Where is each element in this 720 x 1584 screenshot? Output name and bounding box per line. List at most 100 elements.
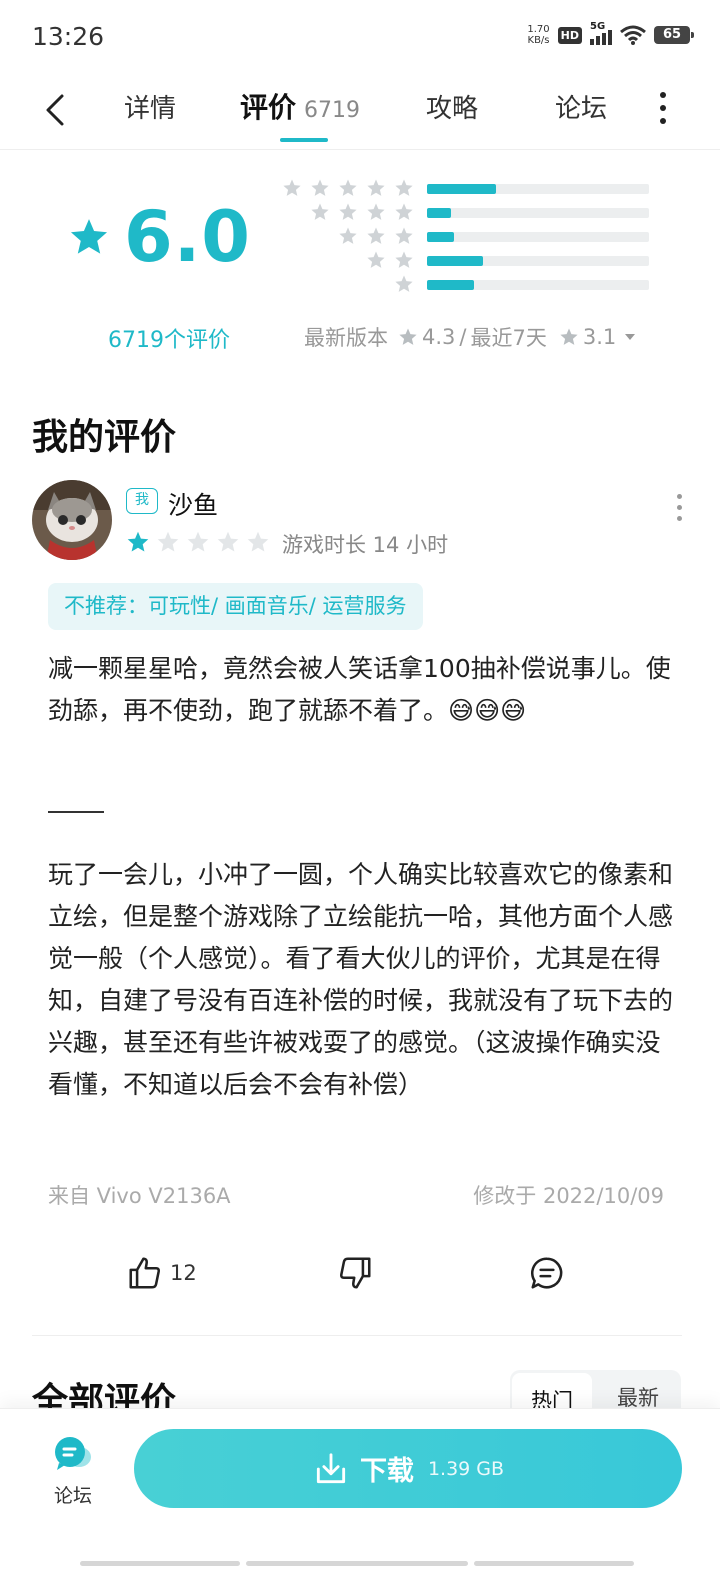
tab-reviews-count: 6719 xyxy=(304,98,361,123)
latest-version-label: 最新版本 xyxy=(304,326,388,350)
recent-label: 最近7天 xyxy=(470,326,547,350)
status-bar: 13:26 1.70 KB/s HD 5G 65 xyxy=(0,0,720,76)
rating-bar-stars xyxy=(338,226,414,246)
rating-bar-5-stars xyxy=(0,178,720,198)
tab-reviews[interactable]: 评价 6719 xyxy=(240,86,360,126)
star-icon xyxy=(127,531,149,552)
gesture-bar xyxy=(246,1561,468,1566)
hd-icon: HD xyxy=(557,26,582,44)
download-size: 1.39 GB xyxy=(427,1457,505,1480)
tab-reviews-label: 评价 xyxy=(240,91,297,124)
comment-button[interactable] xyxy=(528,1254,566,1292)
rating-bar-fill xyxy=(427,280,474,290)
device-info: 来自 Vivo V2136A xyxy=(48,1184,231,1208)
recent-score: 3.1 xyxy=(582,325,617,349)
not-recommended-tags: 不推荐：可玩性/ 画面音乐/ 运营服务 xyxy=(48,583,423,630)
gesture-bar xyxy=(474,1561,634,1566)
star-icon xyxy=(395,203,413,220)
rating-bar-4-stars xyxy=(0,202,720,222)
net-speed: 1.70 KB/s xyxy=(527,24,550,46)
more-options-icon[interactable] xyxy=(660,92,668,131)
back-arrow-icon[interactable] xyxy=(40,90,72,130)
tab-guides[interactable]: 攻略 xyxy=(426,88,478,125)
like-count: 12 xyxy=(170,1261,197,1285)
star-icon xyxy=(399,328,417,345)
thumbs-down-icon xyxy=(340,1257,371,1289)
like-button[interactable]: 12 xyxy=(126,1254,197,1292)
my-review-title: 我的评价 xyxy=(32,417,177,458)
star-icon xyxy=(187,531,209,552)
rating-bar-track xyxy=(427,232,649,242)
tab-forum[interactable]: 论坛 xyxy=(555,88,607,125)
bottom-bar: 论坛 下载 1.39 GB xyxy=(0,1408,720,1584)
download-icon xyxy=(316,1452,346,1483)
review-text-paragraph-2: 玩了一会儿，小冲了一圆，个人确实比较喜欢它的像素和立绘，但是整个游戏除了立绘能抗… xyxy=(48,860,674,1099)
gesture-bar xyxy=(80,1561,240,1566)
comment-icon xyxy=(531,1257,563,1289)
top-nav: 详情 评价 6719 攻略 论坛 xyxy=(0,76,720,150)
forum-icon xyxy=(53,1435,93,1473)
caret-down-icon xyxy=(625,334,636,340)
star-icon xyxy=(217,531,239,552)
download-label: 下载 xyxy=(359,1456,414,1487)
star-icon xyxy=(395,251,413,268)
star-icon xyxy=(247,531,269,552)
star-icon xyxy=(367,251,385,268)
status-icons: 1.70 KB/s HD 5G 65 xyxy=(527,21,694,46)
user-rating-stars xyxy=(126,530,270,554)
user-avatar[interactable] xyxy=(32,480,112,560)
me-badge: 我 xyxy=(126,488,158,514)
rating-bar-stars xyxy=(282,178,414,198)
star-icon xyxy=(367,227,385,244)
rating-separator: / xyxy=(459,325,467,349)
star-icon xyxy=(339,179,357,196)
review-count: 6719个评价 xyxy=(108,328,230,353)
battery-icon: 65 xyxy=(654,26,694,44)
star-icon xyxy=(395,227,413,244)
rating-bar-stars xyxy=(394,274,414,294)
rating-bar-track xyxy=(427,280,649,290)
rating-bar-fill xyxy=(427,208,452,218)
playtime: 游戏时长 14 小时 xyxy=(282,533,449,557)
star-icon xyxy=(367,179,385,196)
star-icon xyxy=(339,203,357,220)
rating-bar-fill xyxy=(427,184,496,194)
star-icon xyxy=(283,179,301,196)
dislike-button[interactable] xyxy=(336,1254,374,1292)
star-icon xyxy=(339,227,357,244)
version-rating-row[interactable]: 最新版本 4.3 / 最近7天 3.1 xyxy=(304,322,636,352)
forum-button[interactable]: 论坛 xyxy=(48,1435,98,1508)
star-icon xyxy=(311,179,329,196)
rating-bar-fill xyxy=(427,256,483,266)
review-separator xyxy=(48,811,104,813)
star-icon xyxy=(157,531,179,552)
latest-version-score: 4.3 xyxy=(422,325,456,349)
cat-avatar-icon xyxy=(32,480,112,560)
modified-date: 修改于 2022/10/09 xyxy=(473,1184,664,1208)
tab-active-indicator xyxy=(280,138,328,142)
rating-bar-fill xyxy=(427,232,454,242)
star-icon xyxy=(367,203,385,220)
rating-bar-stars xyxy=(366,250,414,270)
star-icon xyxy=(395,275,413,292)
status-time: 13:26 xyxy=(32,22,105,51)
star-icon xyxy=(560,328,578,345)
rating-bar-stars xyxy=(310,202,414,222)
section-divider xyxy=(32,1335,682,1336)
wifi-icon xyxy=(620,25,646,45)
star-icon xyxy=(311,203,329,220)
review-text-paragraph-1: 减一颗星星哈，竟然会被人笑话拿100抽补偿说事儿。使劲舔，再不使劲，跑了就舔不着… xyxy=(48,654,671,725)
tab-details[interactable]: 详情 xyxy=(124,88,176,125)
download-button[interactable]: 下载 1.39 GB xyxy=(134,1429,682,1508)
forum-label: 论坛 xyxy=(53,1485,92,1507)
rating-bar-track xyxy=(427,184,649,194)
rating-bar-track xyxy=(427,256,649,266)
signal-icon: 5G xyxy=(590,21,612,45)
rating-bar-3-stars xyxy=(0,226,720,246)
rating-bar-track xyxy=(427,208,649,218)
review-more-icon[interactable] xyxy=(677,494,682,527)
star-icon xyxy=(395,179,413,196)
username[interactable]: 沙鱼 xyxy=(168,486,218,522)
rating-bar-2-stars xyxy=(0,250,720,270)
rating-bar-1-stars xyxy=(0,274,720,294)
